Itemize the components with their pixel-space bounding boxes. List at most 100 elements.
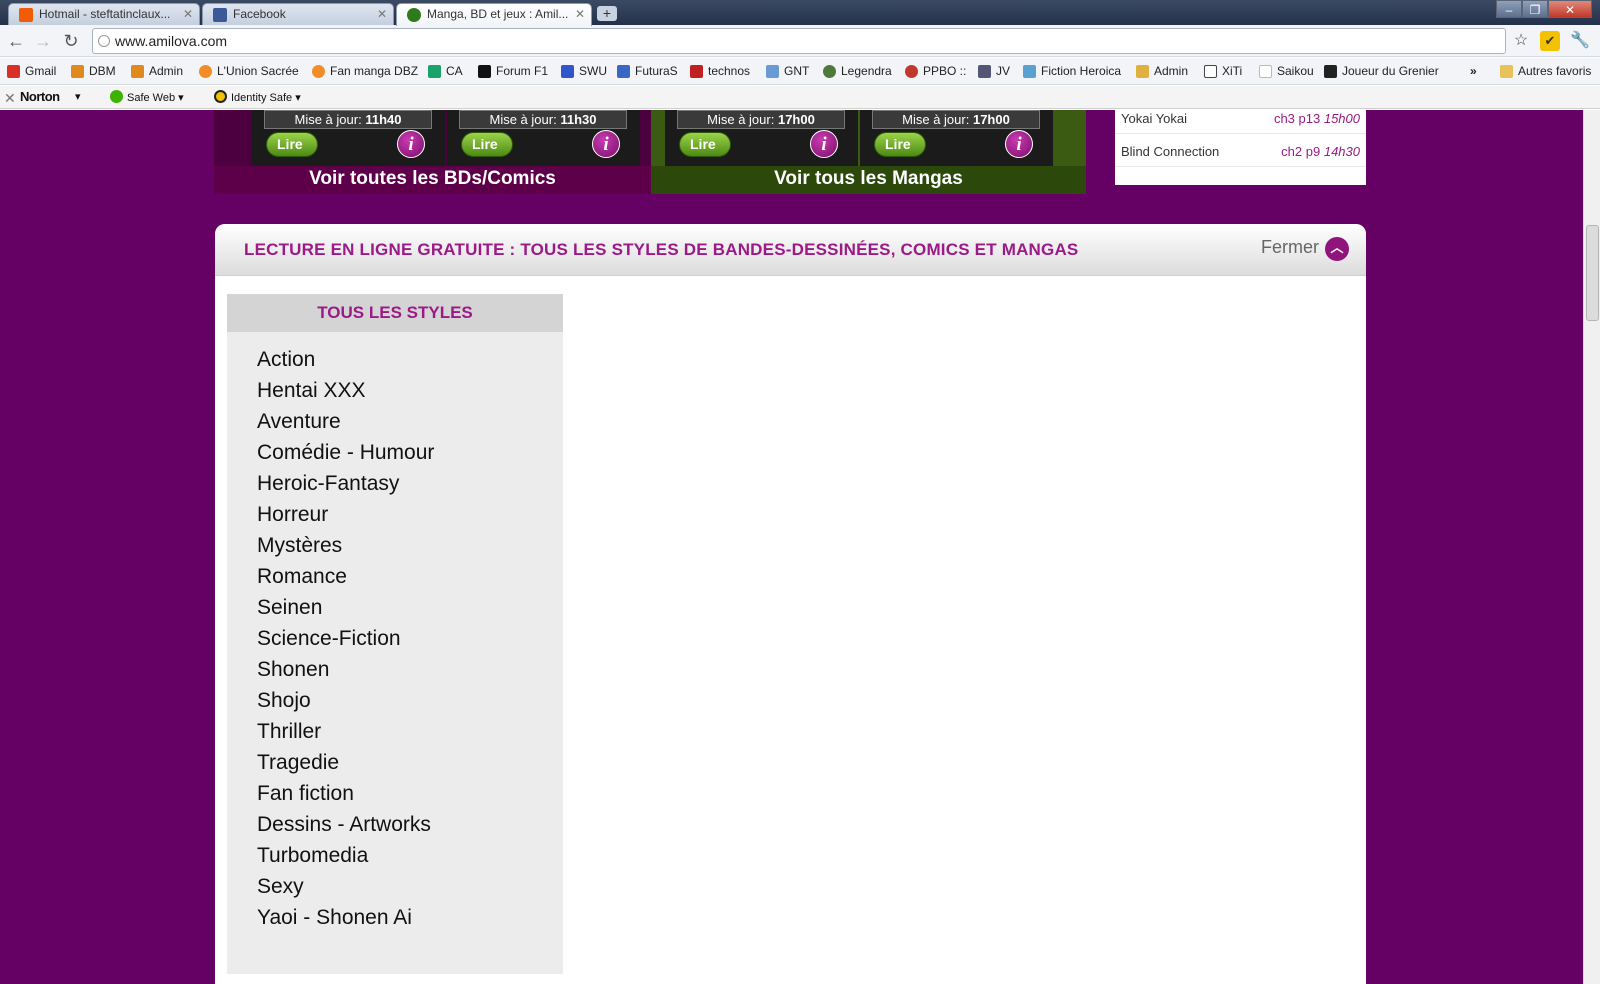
- style-link-yaoi-shonen-ai[interactable]: Yaoi - Shonen Ai: [257, 905, 557, 936]
- style-link-turbomedia[interactable]: Turbomedia: [257, 843, 557, 874]
- new-tab-button[interactable]: +: [597, 6, 617, 21]
- back-arrow-icon[interactable]: ←: [5, 30, 27, 52]
- bookmark-futuras[interactable]: FuturaS: [617, 64, 678, 80]
- style-link-dessins-artworks[interactable]: Dessins - Artworks: [257, 812, 557, 843]
- chevron-up-icon: ︿: [1325, 237, 1349, 261]
- dbm-icon: [71, 65, 84, 78]
- more-bookmarks-chevron-icon[interactable]: »: [1470, 64, 1477, 80]
- close-norton-icon[interactable]: ✕: [4, 90, 16, 107]
- norton-menu-caret-icon[interactable]: ▾: [75, 90, 81, 103]
- style-link-heroic-fantasy[interactable]: Heroic-Fantasy: [257, 471, 557, 502]
- bookmark-star-icon[interactable]: ☆: [1511, 31, 1531, 51]
- bookmark-ca[interactable]: CA: [428, 64, 463, 80]
- bookmark-admin[interactable]: Admin: [131, 64, 183, 80]
- manga-promo-block: Mise à jour: 17h00 Lire i Mise à jour: 1…: [651, 110, 1086, 194]
- bookmark-label: SWU: [579, 64, 607, 78]
- tab-close-icon[interactable]: ✕: [575, 7, 585, 21]
- style-link-comedie[interactable]: Comédie - Humour: [257, 440, 557, 471]
- style-link-romance[interactable]: Romance: [257, 564, 557, 595]
- styles-list: Action Hentai XXX Aventure Comédie - Hum…: [257, 347, 557, 936]
- chapter-link[interactable]: ch3 p13 15h00: [1274, 111, 1360, 126]
- chapter-link[interactable]: ch2 p9 14h30: [1281, 144, 1360, 159]
- close-window-button[interactable]: ✕: [1548, 0, 1592, 18]
- info-icon[interactable]: i: [592, 130, 620, 158]
- manga-card-2: Mise à jour: 17h00 Lire i: [860, 110, 1053, 168]
- tab-amilova[interactable]: Manga, BD et jeux : Amil... ✕: [396, 3, 592, 26]
- info-icon[interactable]: i: [810, 130, 838, 158]
- read-button[interactable]: Lire: [874, 132, 926, 157]
- bookmark-union-sacree[interactable]: L'Union Sacrée: [199, 64, 299, 80]
- bookmark-saikou[interactable]: Saikou: [1259, 64, 1314, 80]
- address-bar[interactable]: www.amilova.com: [92, 28, 1506, 54]
- series-title[interactable]: Yokai Yokai: [1121, 111, 1187, 126]
- page-info-icon[interactable]: [98, 35, 110, 47]
- tab-close-icon[interactable]: ✕: [377, 7, 387, 21]
- bookmark-forum-f1[interactable]: Forum F1: [478, 64, 548, 80]
- style-link-aventure[interactable]: Aventure: [257, 409, 557, 440]
- bookmark-dbm[interactable]: DBM: [71, 64, 116, 80]
- bookmark-label: Gmail: [25, 64, 57, 78]
- list-item[interactable]: Yokai Yokai ch3 p13 15h00: [1115, 110, 1366, 134]
- style-link-seinen[interactable]: Seinen: [257, 595, 557, 626]
- identity-safe-dropdown[interactable]: Identity Safe ▾: [214, 90, 301, 104]
- tab-close-icon[interactable]: ✕: [183, 7, 193, 21]
- bookmark-fan-manga-dbz[interactable]: Fan manga DBZ: [312, 64, 418, 80]
- read-button[interactable]: Lire: [679, 132, 731, 157]
- all-mangas-link[interactable]: Voir tous les Mangas: [651, 166, 1086, 194]
- bookmark-gmail[interactable]: Gmail: [7, 64, 56, 80]
- forward-arrow-icon[interactable]: →: [32, 30, 54, 52]
- tab-facebook[interactable]: Facebook ✕: [202, 3, 394, 25]
- style-link-action[interactable]: Action: [257, 347, 557, 378]
- style-link-sexy[interactable]: Sexy: [257, 874, 557, 905]
- safe-web-dropdown[interactable]: Safe Web ▾: [110, 90, 184, 104]
- minimize-button[interactable]: –: [1496, 0, 1522, 18]
- bookmark-legendra[interactable]: Legendra: [823, 64, 892, 80]
- style-link-hentai[interactable]: Hentai XXX: [257, 378, 557, 409]
- read-button[interactable]: Lire: [266, 132, 318, 157]
- bookmark-admin-2[interactable]: Admin: [1136, 64, 1188, 80]
- other-bookmarks-folder[interactable]: Autres favoris: [1500, 64, 1591, 80]
- series-title[interactable]: Blind Connection: [1121, 144, 1219, 159]
- style-link-shojo[interactable]: Shojo: [257, 688, 557, 719]
- norton-logo[interactable]: Norton: [20, 89, 60, 104]
- bookmark-xiti[interactable]: XiTi: [1204, 64, 1242, 80]
- bookmark-swu[interactable]: SWU: [561, 64, 607, 80]
- info-icon[interactable]: i: [397, 130, 425, 158]
- reload-icon[interactable]: ↻: [60, 30, 82, 52]
- all-bd-comics-link[interactable]: Voir toutes les BDs/Comics: [214, 166, 651, 194]
- manga-card-1: Mise à jour: 17h00 Lire i: [665, 110, 858, 168]
- style-link-science-fiction[interactable]: Science-Fiction: [257, 626, 557, 657]
- bookmark-label: GNT: [784, 64, 810, 78]
- list-item[interactable]: Blind Connection ch2 p9 14h30: [1115, 137, 1366, 167]
- style-link-thriller[interactable]: Thriller: [257, 719, 557, 750]
- bookmark-technos[interactable]: technos: [690, 64, 750, 80]
- style-link-mysteres[interactable]: Mystères: [257, 533, 557, 564]
- bookmark-gnt[interactable]: GNT: [766, 64, 809, 80]
- dbz-icon: [312, 65, 325, 78]
- style-link-tragedie[interactable]: Tragedie: [257, 750, 557, 781]
- style-link-fan-fiction[interactable]: Fan fiction: [257, 781, 557, 812]
- maximize-button[interactable]: ❐: [1522, 0, 1548, 18]
- bookmark-label: XiTi: [1222, 64, 1243, 78]
- tab-hotmail[interactable]: Hotmail - steftatinclaux... ✕: [8, 3, 200, 25]
- norton-extension-icon[interactable]: ✔: [1540, 31, 1560, 51]
- bookmark-label: Fan manga DBZ: [330, 64, 419, 78]
- style-link-shonen[interactable]: Shonen: [257, 657, 557, 688]
- wrench-menu-icon[interactable]: 🔧: [1570, 31, 1590, 51]
- close-panel-label: Fermer: [1261, 237, 1319, 257]
- bookmark-joueur-du-grenier[interactable]: Joueur du Grenier: [1324, 64, 1439, 80]
- info-icon[interactable]: i: [1005, 130, 1033, 158]
- close-panel-button[interactable]: Fermer ︿: [1261, 237, 1349, 261]
- bookmark-jv[interactable]: JV: [978, 64, 1010, 80]
- browser-tabstrip: Hotmail - steftatinclaux... ✕ Facebook ✕…: [0, 0, 1600, 26]
- styles-sidebar: TOUS LES STYLES Action Hentai XXX Aventu…: [227, 294, 563, 974]
- scrollbar-thumb[interactable]: [1586, 225, 1599, 321]
- style-link-horreur[interactable]: Horreur: [257, 502, 557, 533]
- read-button[interactable]: Lire: [461, 132, 513, 157]
- tab-title: Manga, BD et jeux : Amil...: [427, 7, 569, 21]
- safe-web-label: Safe Web: [127, 92, 176, 104]
- bookmark-fiction-heroica[interactable]: Fiction Heroica: [1023, 64, 1121, 80]
- bookmark-label: CA: [446, 64, 463, 78]
- bookmark-ppbo[interactable]: PPBO ::: [905, 64, 966, 80]
- page-scrollbar[interactable]: [1583, 110, 1600, 984]
